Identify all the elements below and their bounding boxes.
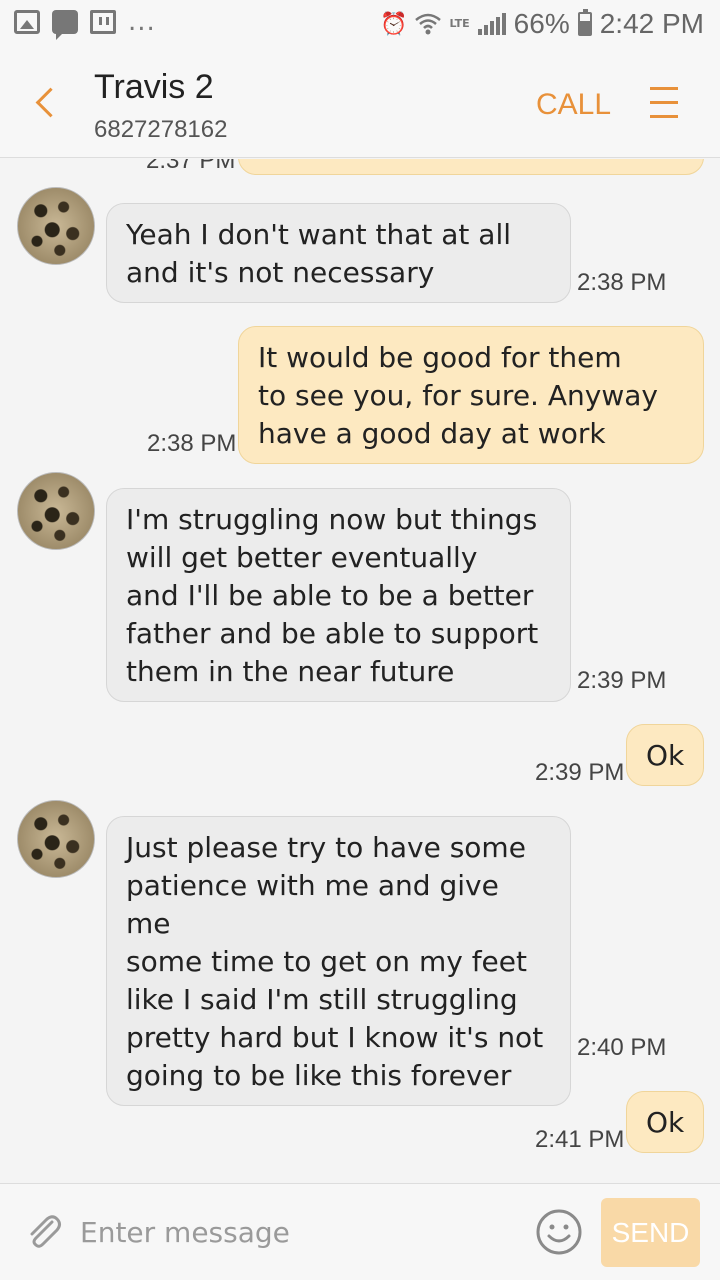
paperclip-icon[interactable] [24, 1212, 64, 1252]
message-bubble-outgoing[interactable]: It would be good for them to see you, fo… [238, 326, 704, 464]
twitch-icon [90, 10, 116, 34]
notification-icons: ... [14, 7, 156, 40]
message-input[interactable] [80, 1206, 520, 1258]
status-time: 2:42 PM [599, 8, 704, 39]
menu-button[interactable] [650, 87, 678, 119]
message-timestamp: 2:39 PM [535, 759, 625, 786]
message-text: Just please try to have some patience wi… [126, 831, 544, 1092]
message-timestamp: 2:40 PM [577, 1034, 667, 1061]
message-list[interactable]: 2:37 PM Yeah I don't want that at all an… [0, 159, 720, 1183]
call-button[interactable]: CALL [536, 88, 611, 122]
message-bubble-incoming[interactable]: Yeah I don't want that at all and it's n… [106, 203, 571, 303]
message-text: Yeah I don't want that at all and it's n… [126, 218, 511, 289]
message-composer: SEND [0, 1183, 720, 1280]
system-indicators: ⏰ LTE 66% 2:42 PM [380, 8, 704, 40]
message-text: Ok [646, 1106, 685, 1139]
message-text: I'm struggling now but things will get b… [126, 503, 539, 688]
wifi-icon [415, 13, 442, 35]
back-button[interactable] [28, 84, 64, 124]
emoji-icon[interactable] [535, 1208, 583, 1256]
message-timestamp: 2:38 PM [577, 269, 667, 296]
message-bubble-incoming[interactable]: Just please try to have some patience wi… [106, 816, 571, 1106]
contact-avatar[interactable] [17, 800, 95, 878]
message-bubble-outgoing-partial[interactable] [238, 159, 704, 175]
menu-icon [650, 87, 678, 90]
message-timestamp: 2:41 PM [535, 1126, 625, 1153]
message-text: It would be good for them to see you, fo… [258, 341, 658, 450]
alarm-icon: ⏰ [380, 11, 408, 37]
contact-number: 6827278162 [94, 116, 228, 143]
battery-percent: 66% [513, 8, 570, 39]
message-bubble-outgoing[interactable]: Ok [626, 1091, 704, 1153]
more-notifications-indicator: ... [128, 7, 156, 37]
status-bar: ... ⏰ LTE 66% 2:42 PM [0, 0, 720, 50]
message-timestamp: 2:39 PM [577, 667, 667, 694]
message-timestamp: 2:38 PM [147, 430, 237, 457]
contact-avatar[interactable] [17, 187, 95, 265]
send-button[interactable]: SEND [601, 1198, 700, 1267]
chat-icon [52, 10, 78, 40]
contact-name[interactable]: Travis 2 [94, 68, 214, 107]
gallery-icon [14, 10, 40, 34]
network-type: LTE [449, 17, 470, 30]
contact-avatar[interactable] [17, 472, 95, 550]
conversation-header: Travis 2 6827278162 CALL [0, 50, 720, 158]
message-timestamp: 2:37 PM [146, 159, 236, 174]
signal-icon [477, 13, 506, 35]
message-text: Ok [646, 739, 685, 772]
message-bubble-outgoing[interactable]: Ok [626, 724, 704, 786]
message-bubble-incoming[interactable]: I'm struggling now but things will get b… [106, 488, 571, 702]
battery-icon [577, 9, 592, 36]
